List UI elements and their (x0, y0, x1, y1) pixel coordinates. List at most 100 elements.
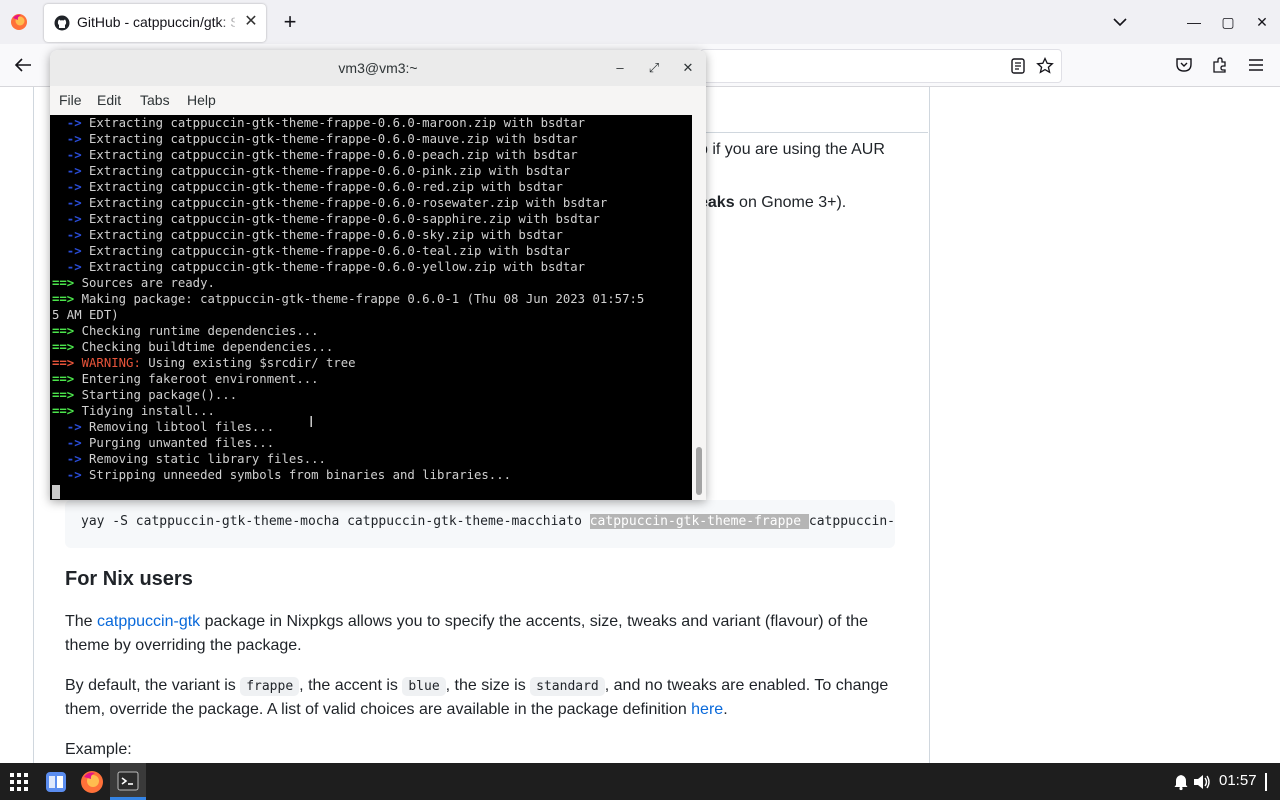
minimize-window-button[interactable]: — (1184, 12, 1204, 32)
clock[interactable]: 01:57 (1219, 772, 1257, 789)
scrollbar-thumb[interactable] (696, 447, 702, 495)
code-before: yay -S catppuccin-gtk-theme-mocha catppu… (81, 514, 590, 529)
terminal-line-text: Extracting catppuccin-gtk-theme-frappe-0… (89, 260, 586, 274)
terminal-title: vm3@vm3:~ (338, 60, 418, 76)
terminal-line: ==> Checking buildtime dependencies... (52, 339, 333, 355)
arrow-marker: -> (52, 132, 90, 146)
text-cursor-icon: I (309, 414, 314, 431)
terminal-close-button[interactable]: ✕ (679, 59, 697, 77)
terminal-output[interactable]: -> Extracting catppuccin-gtk-theme-frapp… (50, 115, 692, 500)
hamburger-menu-icon[interactable] (1246, 55, 1266, 75)
arrow-marker: ==> (52, 356, 82, 370)
code-highlight: catppuccin-gtk-theme-frappe (589, 514, 809, 529)
new-tab-button[interactable]: + (278, 10, 302, 34)
terminal-line: -> Extracting catppuccin-gtk-theme-frapp… (52, 179, 563, 195)
arrow-marker: -> (52, 148, 90, 162)
nix-paragraph-1-line-1: The catppuccin-gtk package in Nixpkgs al… (65, 610, 868, 634)
chevron-down-icon[interactable] (1110, 12, 1130, 32)
here-link[interactable]: here (691, 701, 723, 718)
inline-code-standard: standard (530, 677, 605, 696)
taskbar: 01:57 (0, 763, 1280, 800)
catppuccin-gtk-link[interactable]: catppuccin-gtk (97, 613, 200, 630)
terminal-line-text: Removing libtool files... (89, 420, 275, 434)
code-after: catppuccin-gtk-theme-latte (808, 514, 895, 529)
terminal-line-text: Tidying install... (81, 404, 215, 418)
notification-bell-icon[interactable] (1172, 773, 1190, 791)
tab-github[interactable]: GitHub - catppuccin/gtk: Soothing pastel… (44, 4, 266, 42)
nix-paragraph-1-line-2: theme by overriding the package. (65, 637, 302, 654)
nix-p1-a: The (65, 613, 98, 630)
terminal-minimize-button[interactable]: – (611, 59, 629, 77)
terminal-line: -> Extracting catppuccin-gtk-theme-frapp… (52, 259, 585, 275)
terminal-line: -> Stripping unneeded symbols from binar… (52, 467, 511, 483)
menu-tabs[interactable]: Tabs (140, 92, 170, 108)
nix-p2-d: , and no tweaks are enabled. To change (604, 677, 889, 694)
app-grid-icon[interactable] (6, 769, 32, 795)
arrow-marker: ==> (52, 404, 82, 418)
terminal-line: -> Extracting catppuccin-gtk-theme-frapp… (52, 195, 607, 211)
terminal-scrollbar[interactable] (692, 115, 706, 500)
terminal-line: -> Extracting catppuccin-gtk-theme-frapp… (52, 147, 578, 163)
terminal-line: -> Extracting catppuccin-gtk-theme-frapp… (52, 227, 563, 243)
maximize-window-button[interactable]: ▢ (1218, 12, 1238, 32)
nix-p2-c: , the size is (445, 677, 531, 694)
menu-file[interactable]: File (59, 92, 82, 108)
terminal-line-text: Extracting catppuccin-gtk-theme-frappe-0… (89, 196, 608, 210)
inline-code-blue: blue (402, 677, 446, 696)
terminal-cursor (52, 485, 60, 499)
terminal-line: ==> Checking runtime dependencies... (52, 323, 319, 339)
nix-p2-line2-b: . (723, 701, 728, 718)
terminal-titlebar[interactable]: vm3@vm3:~ – ⤢ ✕ (50, 50, 706, 86)
terminal-window[interactable]: vm3@vm3:~ – ⤢ ✕ File Edit Tabs Help -> E… (50, 50, 706, 500)
nix-p2-a: By default, the variant is (65, 677, 241, 694)
terminal-line: -> Purging unwanted files... (52, 435, 274, 451)
example-label: Example: (65, 741, 132, 758)
terminal-taskbar-button[interactable] (110, 763, 146, 800)
reader-view-icon[interactable] (1008, 56, 1028, 76)
code-block[interactable]: yay -S catppuccin-gtk-theme-mocha catppu… (65, 500, 895, 548)
terminal-line: ==> Sources are ready. (52, 275, 215, 291)
nix-paragraph-2-line-1: By default, the variant is frappe, the a… (65, 674, 888, 699)
terminal-line: -> Removing static library files... (52, 451, 326, 467)
terminal-line-text: Sources are ready. (81, 276, 215, 290)
menu-edit[interactable]: Edit (97, 92, 121, 108)
terminal-line: ==> Tidying install... (52, 403, 215, 419)
bookmark-star-icon[interactable] (1035, 56, 1055, 76)
close-window-button[interactable]: ✕ (1252, 12, 1272, 32)
terminal-line-text: Extracting catppuccin-gtk-theme-frappe-0… (89, 228, 563, 242)
pocket-icon[interactable] (1174, 55, 1194, 75)
arrow-marker: ==> (52, 292, 82, 306)
volume-icon[interactable] (1192, 773, 1212, 791)
terminal-line-text: Extracting catppuccin-gtk-theme-frappe-0… (89, 148, 578, 162)
terminal-line: -> Extracting catppuccin-gtk-theme-frapp… (52, 163, 570, 179)
arrow-marker: -> (52, 260, 90, 274)
nix-paragraph-2-line-2: them, override the package. A list of va… (65, 698, 728, 722)
terminal-line-text: Extracting catppuccin-gtk-theme-frappe-0… (89, 244, 571, 258)
terminal-maximize-button[interactable]: ⤢ (645, 59, 663, 77)
firefox-icon[interactable] (9, 12, 29, 32)
show-desktop-button[interactable] (1265, 773, 1267, 791)
terminal-menubar: File Edit Tabs Help (50, 86, 706, 115)
terminal-line: ==> Starting package()... (52, 387, 237, 403)
arrow-marker: -> (52, 420, 90, 434)
terminal-line: ==> Entering fakeroot environment... (52, 371, 319, 387)
terminal-line-text: Purging unwanted files... (89, 436, 275, 450)
terminal-line-text: Starting package()... (81, 388, 238, 402)
browser-tab-strip: GitHub - catppuccin/gtk: Soothing pastel… (0, 0, 1280, 44)
terminal-line-text: Extracting catppuccin-gtk-theme-frappe-0… (89, 212, 600, 226)
firefox-icon[interactable] (79, 769, 105, 795)
close-tab-icon[interactable]: ✕ (241, 12, 261, 32)
url-bar[interactable] (700, 49, 1062, 83)
terminal-line-text: Making package: catppuccin-gtk-theme-fra… (81, 292, 645, 306)
terminal-line-text: Checking runtime dependencies... (81, 324, 319, 338)
terminal-line-text: Stripping unneeded symbols from binaries… (89, 468, 512, 482)
terminal-line: ==> Making package: catppuccin-gtk-theme… (52, 291, 644, 307)
back-arrow-icon[interactable] (12, 54, 34, 76)
menu-help[interactable]: Help (187, 92, 216, 108)
terminal-line-text: Checking buildtime dependencies... (81, 340, 334, 354)
divider (706, 132, 928, 133)
github-icon (54, 15, 70, 31)
file-manager-icon[interactable] (43, 769, 69, 795)
extensions-icon[interactable] (1210, 55, 1230, 75)
terminal-icon (117, 771, 139, 791)
